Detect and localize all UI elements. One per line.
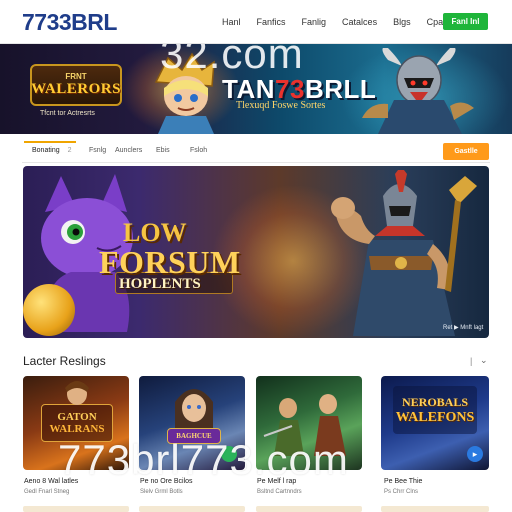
golden-ball-icon	[23, 284, 75, 336]
tab-5[interactable]: Fsloh	[190, 147, 207, 154]
hero-logo-main: WALERORS	[31, 81, 121, 97]
card-1-meta: Gedl Fnarl Stneg	[24, 489, 70, 495]
hero-character-right-icon	[362, 48, 474, 134]
card-2-meta: Slelv Grml Botls	[140, 489, 183, 495]
tab-1[interactable]: Bonating 2	[32, 147, 72, 154]
nav-cta-button[interactable]: Fanl Inl	[443, 13, 488, 30]
card-4-play-icon[interactable]: ▸	[467, 446, 483, 462]
game-card-4[interactable]: NEROBALS WALEFONS ▸	[381, 376, 489, 470]
nav-link-2[interactable]: Fanfics	[257, 17, 286, 27]
featured-title-line3: HOPLENTS	[119, 276, 201, 292]
main-nav: Hanl Fanfics Fanlig Catalces Blgs Cpalci	[222, 17, 468, 27]
chevron-down-icon[interactable]: ⌄	[480, 355, 488, 366]
tab-4[interactable]: Ebis	[156, 147, 170, 154]
card-4-meta: Ps Chrr Clns	[384, 489, 419, 495]
hero-tagline: Tlexuqd Foswe Sortes	[236, 100, 326, 111]
masked-warrior-icon	[331, 170, 477, 336]
next-row-card-1	[23, 506, 129, 512]
featured-badge: Ret ▶ Mnft lagt	[443, 325, 484, 331]
nav-link-3[interactable]: Fanlig	[302, 17, 327, 27]
nav-link-5[interactable]: Blgs	[393, 17, 411, 27]
card-4-logo: NEROBALS WALEFONS	[393, 386, 477, 434]
section-title: Lacter Reslings	[23, 354, 106, 368]
next-row-card-2	[139, 506, 245, 512]
page-watermark: 773brl773.com	[58, 436, 349, 483]
category-tabs: Bonating 2 Fsnlg Aunclers Ebis Fsloh	[22, 141, 490, 163]
card-3-meta: Bsltnd Cartnndrs	[257, 489, 302, 495]
nav-link-1[interactable]: Hanl	[222, 17, 241, 27]
featured-banner[interactable]: LOW FORSUM HOPLENTS Ret ▶ Mnft lagt	[23, 166, 489, 338]
tab-2[interactable]: Fsnlg	[89, 147, 106, 154]
active-tab-indicator	[24, 141, 76, 143]
site-logo[interactable]: 7733BRL	[22, 9, 117, 36]
top-nav: 7733BRL Hanl Fanfics Fanlig Catalces Blg…	[0, 0, 512, 44]
card-1-character-icon	[65, 381, 89, 405]
hero-game-logo: FRNT WALERORS	[30, 64, 122, 106]
hero-banner[interactable]: FRNT WALERORS Tfcnt tor Actresrts TAN73B…	[0, 44, 512, 134]
nav-link-4[interactable]: Catalces	[342, 17, 377, 27]
hero-caption: Tfcnt tor Actresrts	[40, 110, 95, 117]
next-row-card-3	[256, 506, 362, 512]
tabs-action-button[interactable]: Gastlle	[443, 143, 489, 160]
hero-watermark: 32.com	[160, 44, 304, 77]
next-row-card-4	[381, 506, 489, 512]
tab-3[interactable]: Aunclers	[115, 147, 142, 154]
card-4-title[interactable]: Pe Bee Thie	[384, 478, 422, 485]
section-divider: |	[470, 356, 473, 366]
hero-logo-top: FRNT	[65, 72, 87, 81]
